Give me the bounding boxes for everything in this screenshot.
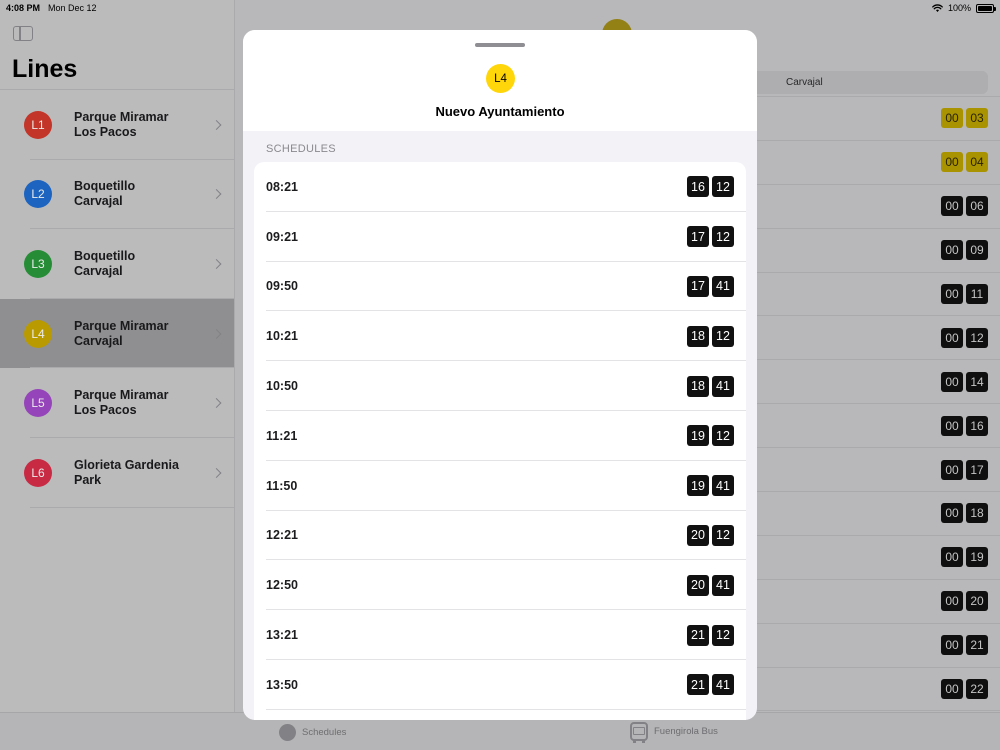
minutes-digit: 41 (712, 375, 734, 397)
schedule-row[interactable]: 12:50 20 41 (254, 560, 746, 610)
minutes-digit: 12 (712, 524, 734, 546)
schedule-time: 13:21 (266, 628, 298, 643)
schedule-row[interactable]: 13:50 21 41 (254, 660, 746, 710)
arrival-countdown: 19 41 (687, 475, 734, 497)
schedule-time: 12:50 (266, 578, 298, 593)
arrival-countdown: 17 12 (687, 226, 734, 248)
hours-digit: 21 (687, 674, 709, 696)
hours-digit: 17 (687, 226, 709, 248)
minutes-digit: 12 (712, 226, 734, 248)
schedule-time: 09:21 (266, 229, 298, 244)
schedule-time: 10:21 (266, 329, 298, 344)
schedule-row[interactable]: 10:21 18 12 (254, 311, 746, 361)
schedule-row[interactable]: 10:50 18 41 (254, 361, 746, 411)
arrival-countdown: 17 41 (687, 275, 734, 297)
sheet-line-badge: L4 (486, 64, 515, 93)
stop-name: Nuevo Ayuntamiento (435, 104, 565, 119)
minutes-digit: 41 (712, 475, 734, 497)
minutes-digit: 41 (712, 574, 734, 596)
hours-digit: 19 (687, 475, 709, 497)
hours-digit: 20 (687, 524, 709, 546)
arrival-countdown: 19 12 (687, 425, 734, 447)
status-bar: 4:08 PM Mon Dec 12 100% (0, 0, 1000, 16)
schedule-time: 12:21 (266, 528, 298, 543)
arrival-countdown: 21 12 (687, 624, 734, 646)
arrival-countdown: 16 12 (687, 176, 734, 198)
schedule-row[interactable]: 11:50 19 41 (254, 461, 746, 511)
status-time: 4:08 PM (6, 3, 41, 13)
hours-digit: 18 (687, 325, 709, 347)
schedule-sheet: L4 Nuevo Ayuntamiento SCHEDULES 08:21 16 1… (243, 30, 757, 720)
arrival-countdown: 21 41 (687, 674, 734, 696)
schedule-row[interactable]: 09:21 17 12 (254, 212, 746, 262)
hours-digit: 20 (687, 574, 709, 596)
hours-digit: 19 (687, 425, 709, 447)
schedule-time: 11:50 (266, 478, 298, 493)
minutes-digit: 12 (712, 624, 734, 646)
hours-digit: 18 (687, 375, 709, 397)
minutes-digit: 12 (712, 325, 734, 347)
schedule-row[interactable]: 09:50 17 41 (254, 262, 746, 312)
battery-percent: 100% (947, 3, 971, 13)
schedule-time: 10:50 (266, 379, 298, 394)
minutes-digit: 12 (712, 176, 734, 198)
schedule-time: 13:50 (266, 677, 298, 692)
schedule-list: 08:21 16 12 09:21 17 12 09:50 17 41 10:21 18 12 10:5… (254, 162, 746, 720)
minutes-digit: 41 (712, 275, 734, 297)
schedule-row[interactable]: 12:21 20 12 (254, 511, 746, 561)
hours-digit: 17 (687, 275, 709, 297)
battery-icon (976, 3, 996, 13)
hours-digit: 21 (687, 624, 709, 646)
schedule-time: 11:21 (266, 428, 298, 443)
sheet-grabber[interactable] (475, 43, 525, 47)
hours-digit: 16 (687, 176, 709, 198)
arrival-countdown: 20 41 (687, 574, 734, 596)
schedule-row[interactable]: 13:21 21 12 (254, 610, 746, 660)
schedule-time: 09:50 (266, 279, 298, 294)
schedule-time: 08:21 (266, 179, 298, 194)
sheet-header: L4 Nuevo Ayuntamiento (243, 30, 757, 131)
section-title: SCHEDULES (266, 143, 336, 155)
minutes-digit: 41 (712, 674, 734, 696)
minutes-digit: 12 (712, 425, 734, 447)
wifi-icon (932, 3, 943, 12)
arrival-countdown: 18 41 (687, 375, 734, 397)
schedule-row[interactable]: 08:21 16 12 (254, 162, 746, 212)
arrival-countdown: 20 12 (687, 524, 734, 546)
status-date: Mon Dec 12 (48, 3, 97, 13)
arrival-countdown: 18 12 (687, 325, 734, 347)
schedule-row[interactable]: 11:21 19 12 (254, 411, 746, 461)
